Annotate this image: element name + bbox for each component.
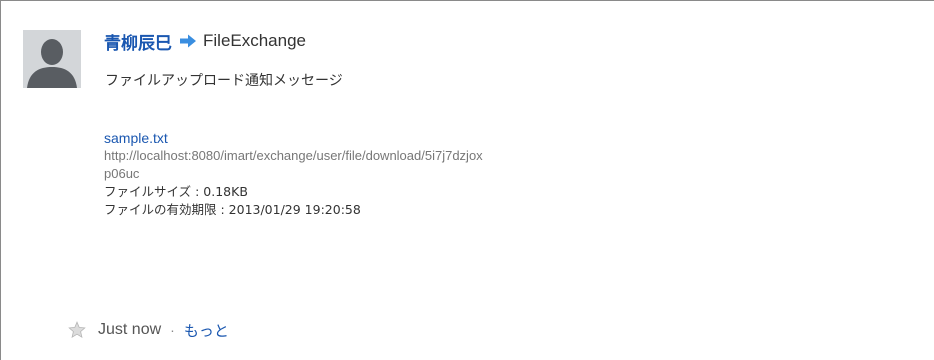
more-link[interactable]: もっと: [184, 320, 229, 341]
post-footer: Just now · もっと: [68, 319, 229, 341]
file-download-url-continued: p06uc: [104, 166, 140, 181]
file-attachment: sample.txt http://localhost:8080/imart/e…: [104, 129, 483, 219]
post-message: ファイルアップロード通知メッセージ: [105, 73, 343, 89]
user-avatar[interactable]: [23, 30, 81, 88]
file-size: ファイルサイズ : 0.18KB: [104, 184, 248, 199]
sender-name-link[interactable]: 青柳辰巳: [104, 29, 172, 54]
star-icon[interactable]: [68, 321, 86, 339]
right-arrow-icon: [179, 34, 197, 48]
file-download-url: http://localhost:8080/imart/exchange/use…: [104, 148, 483, 163]
avatar-silhouette-icon: [23, 30, 81, 88]
post-timestamp: Just now: [98, 321, 162, 338]
footer-separator: ·: [170, 322, 175, 338]
file-name-link[interactable]: sample.txt: [104, 129, 483, 147]
sender-line: 青柳辰巳 FileExchange: [104, 28, 306, 54]
post-container: 青柳辰巳 FileExchange ファイルアップロード通知メッセージ samp…: [0, 0, 934, 360]
file-expiry: ファイルの有効期限 : 2013/01/29 19:20:58: [104, 202, 361, 217]
recipient-name[interactable]: FileExchange: [203, 31, 306, 51]
